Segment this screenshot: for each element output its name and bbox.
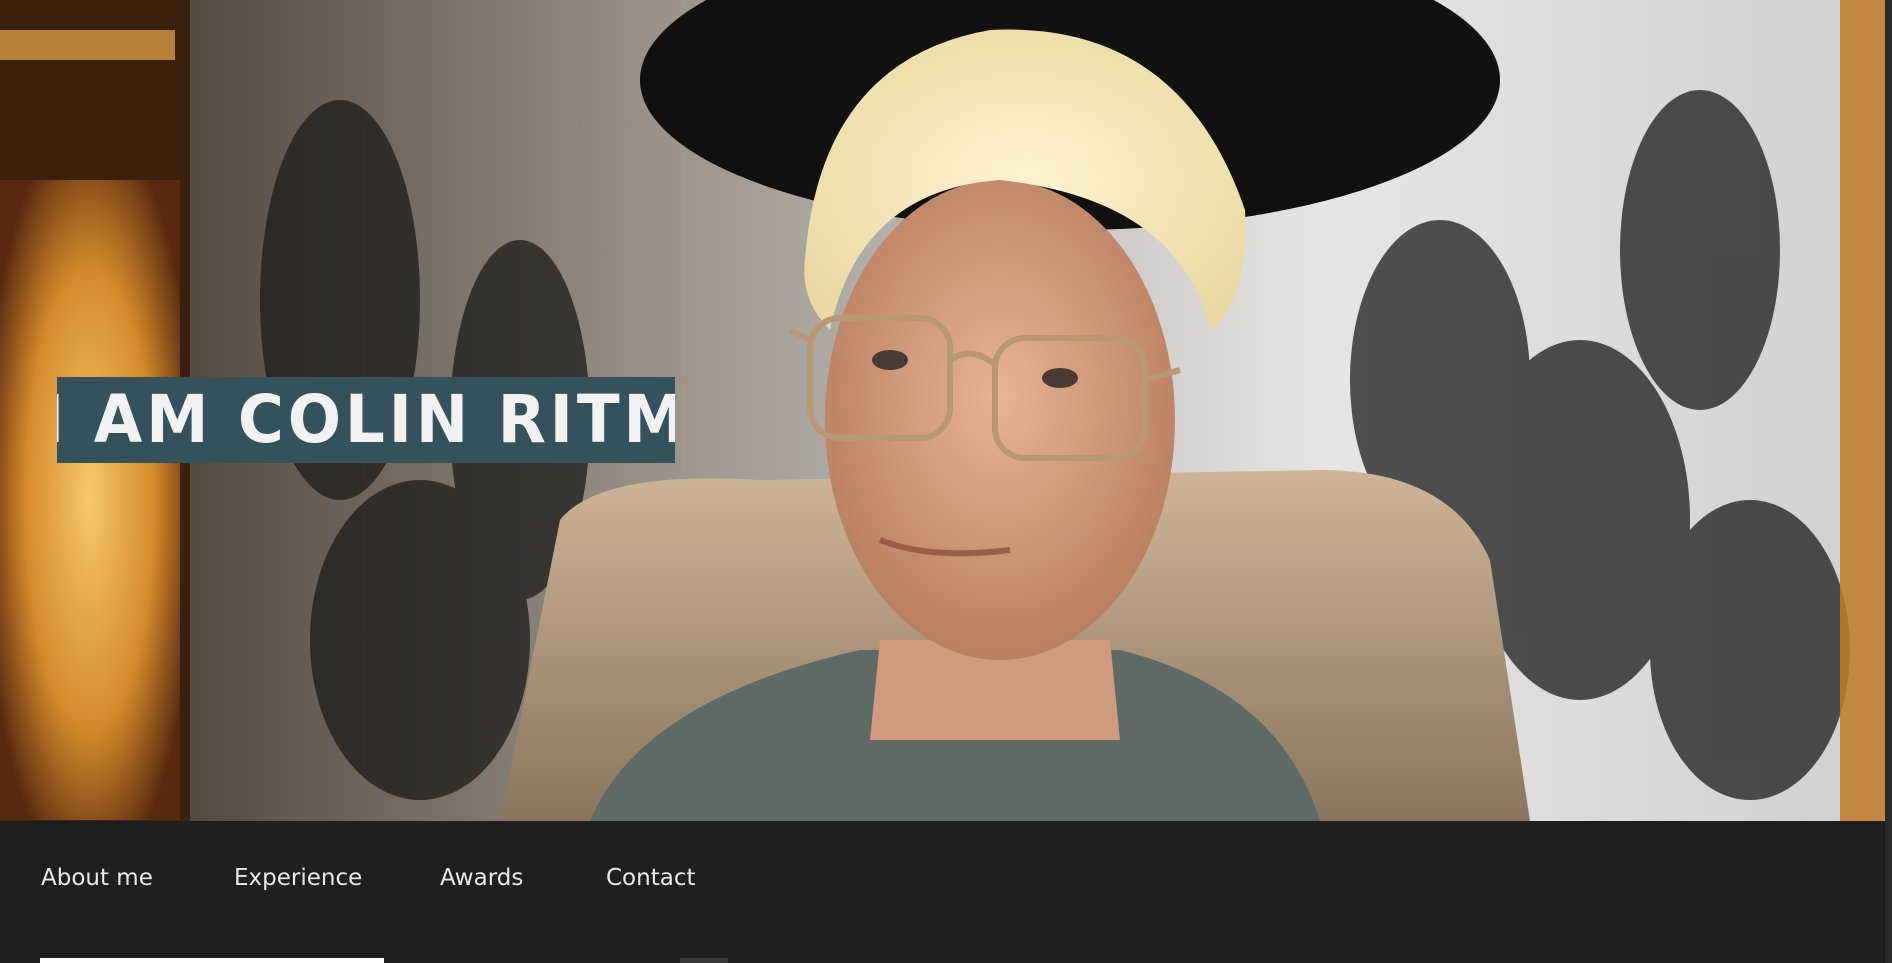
- nav-contact[interactable]: Contact: [606, 864, 695, 892]
- nav-experience[interactable]: Experience: [234, 864, 362, 892]
- tab-indicator-track: [680, 958, 728, 963]
- page-scrollbar[interactable]: [1885, 0, 1892, 963]
- hero-title: I am Colin Ritman: [57, 377, 675, 463]
- hero-title-text: I am Colin Ritman: [57, 381, 675, 458]
- active-tab-indicator: [40, 958, 384, 963]
- nav-awards[interactable]: Awards: [440, 864, 523, 892]
- hero-banner: I am Colin Ritman: [0, 0, 1892, 821]
- main-nav: About me Experience Awards Contact: [0, 821, 1885, 963]
- nav-about-me[interactable]: About me: [41, 864, 153, 892]
